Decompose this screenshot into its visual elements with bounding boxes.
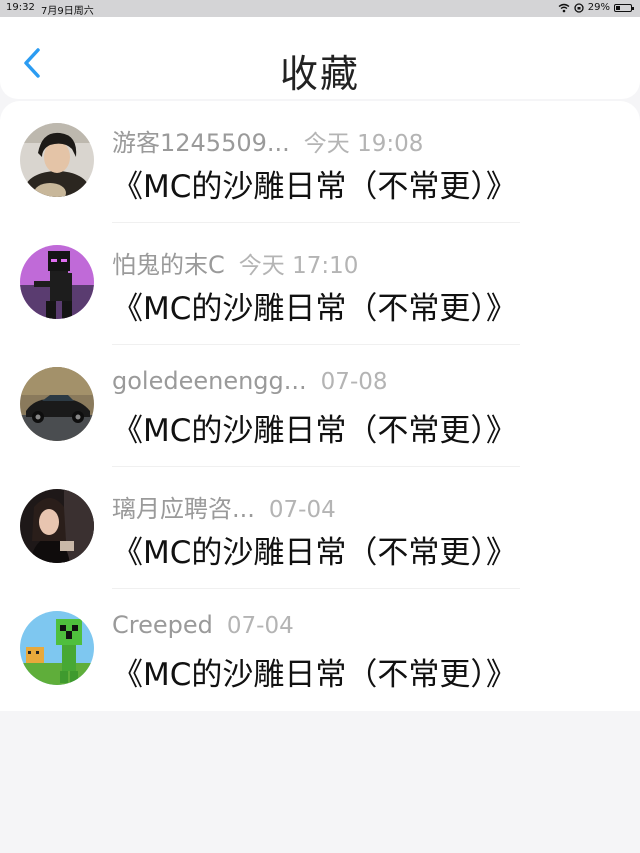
avatar-enderman-icon[interactable] xyxy=(20,245,94,319)
battery-percent: 29% xyxy=(587,2,610,13)
status-indicators: 29% xyxy=(558,2,634,13)
collection-title[interactable]: 《MC的沙雕日常（不常更）》 xyxy=(112,649,517,694)
battery-fill xyxy=(616,5,621,10)
list-item[interactable]: 游客1245509... 今天 19:08 《MC的沙雕日常（不常更）》 xyxy=(0,101,640,223)
page-title: 收藏 xyxy=(279,52,360,96)
avatar-sports-car-icon[interactable] xyxy=(20,367,94,441)
user-name[interactable]: 璃月应聘咨... 07-04 xyxy=(112,489,336,524)
avatar-creeper-icon[interactable] xyxy=(20,611,94,685)
post-time: 今天 17:10 xyxy=(238,253,359,279)
wifi-icon xyxy=(558,3,570,13)
post-time: 07-04 xyxy=(268,497,336,523)
list-item[interactable]: 怕鬼的末C 今天 17:10 《MC的沙雕日常（不常更）》 xyxy=(0,223,640,345)
status-date: 7月9日周六 xyxy=(41,6,94,17)
user-name[interactable]: goledeenengg... 07-08 xyxy=(112,367,388,395)
status-bar: 19:32 7月9日周六 29% xyxy=(0,0,640,17)
collection-title[interactable]: 《MC的沙雕日常（不常更）》 xyxy=(112,405,517,450)
rotation-lock-icon xyxy=(574,2,584,13)
post-time: 07-08 xyxy=(320,369,388,395)
user-name[interactable]: 游客1245509... 今天 19:08 xyxy=(112,123,423,158)
battery-icon xyxy=(614,3,634,12)
collection-title[interactable]: 《MC的沙雕日常（不常更）》 xyxy=(112,161,517,206)
user-name[interactable]: 怕鬼的末C 今天 17:10 xyxy=(112,245,358,280)
collection-title[interactable]: 《MC的沙雕日常（不常更）》 xyxy=(112,527,517,572)
list-item[interactable]: 璃月应聘咨... 07-04 《MC的沙雕日常（不常更）》 xyxy=(0,467,640,589)
favorites-list: 游客1245509... 今天 19:08 《MC的沙雕日常（不常更）》 怕鬼的末… xyxy=(0,101,640,711)
avatar-person-icon[interactable] xyxy=(20,123,94,197)
header: 收藏 xyxy=(0,17,640,99)
post-time: 今天 19:08 xyxy=(303,131,424,157)
avatar-girl-icon[interactable] xyxy=(20,489,94,563)
list-item[interactable]: Creeped 07-04 《MC的沙雕日常（不常更）》 xyxy=(0,589,640,711)
list-item[interactable]: goledeenengg... 07-08 《MC的沙雕日常（不常更）》 xyxy=(0,345,640,467)
collection-title[interactable]: 《MC的沙雕日常（不常更）》 xyxy=(112,283,517,328)
status-time: 19:32 xyxy=(6,2,35,13)
user-name[interactable]: Creeped 07-04 xyxy=(112,611,294,639)
post-time: 07-04 xyxy=(226,613,294,639)
